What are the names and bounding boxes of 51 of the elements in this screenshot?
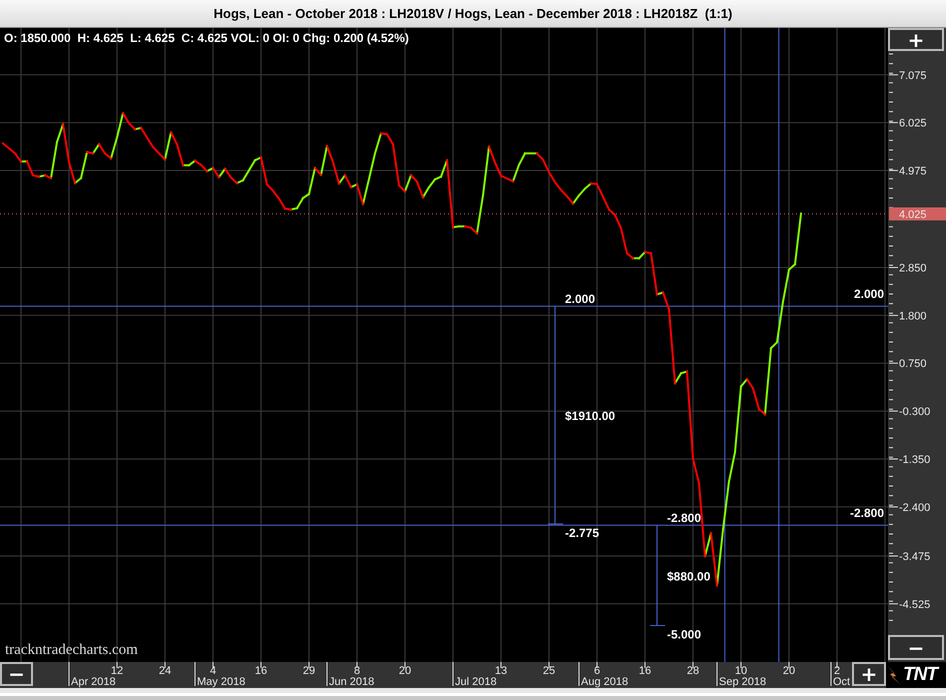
axis-label: 7.075 <box>899 70 927 82</box>
measure-value: $880.00 <box>667 569 710 584</box>
axis-label: 25 <box>542 665 556 677</box>
quote-info: O: 1850.000 H: 4.625 L: 4.625 C: 4.625 VOL: 0 OI: 0 Chg: 0.200 (4.52%) <box>4 31 409 45</box>
measure-label: -2.800 <box>667 511 702 526</box>
axis-label: 2.850 <box>899 262 927 274</box>
axis-label: 6.025 <box>899 118 927 130</box>
zoom-in-button[interactable]: + <box>852 662 886 686</box>
month-label: Apr 2018 <box>71 676 116 688</box>
axis-label: -1.350 <box>899 454 930 466</box>
measure-label: -5.000 <box>667 628 702 642</box>
measure-label: 2.000 <box>565 292 596 306</box>
axis-label: 1.800 <box>899 310 927 322</box>
axis-label: 0.750 <box>899 358 927 370</box>
month-label: May 2018 <box>197 676 246 688</box>
measure-label: -2.775 <box>565 526 600 540</box>
axis-label: 4.975 <box>899 166 927 178</box>
axis-label: 20 <box>398 665 412 677</box>
last-price-tag: 4.025 <box>889 207 946 221</box>
axis-label: 2 <box>834 665 840 677</box>
line-label: -2.800 <box>850 506 884 520</box>
axis-label: 12 <box>110 665 124 677</box>
axis-label: 20 <box>782 665 796 677</box>
month-label: Oct <box>833 676 850 688</box>
axis-label: 16 <box>638 665 652 677</box>
zoom-out-button[interactable]: − <box>888 635 944 660</box>
axis-label: -4.525 <box>899 598 930 611</box>
month-label: Jun 2018 <box>329 676 374 688</box>
month-label: Sep 2018 <box>719 676 766 688</box>
zoom-in-button[interactable]: + <box>888 28 944 51</box>
axis-label: 13 <box>494 665 508 677</box>
measure-value: $1910.00 <box>565 409 616 424</box>
zoom-out-button[interactable]: − <box>0 662 33 686</box>
axis-label: 28 <box>686 665 700 677</box>
axis-label: 29 <box>302 665 316 677</box>
window-title: Hogs, Lean - October 2018 : LH2018V / Hogs, Lean - December 2018 : LH2018Z (1:1) <box>0 0 946 28</box>
line-label: 2.000 <box>854 287 884 302</box>
axis-label: -0.300 <box>899 406 930 418</box>
watermark-text: trackntradecharts.com <box>5 642 138 658</box>
month-label: Jul 2018 <box>455 676 497 688</box>
axis-label: -2.400 <box>899 502 930 514</box>
axis-label: -3.475 <box>899 551 930 563</box>
axis-label: 6 <box>594 665 600 677</box>
logo-text: TNT <box>903 664 937 686</box>
ref-line-label: 4.025 <box>899 208 927 221</box>
axis-label: 16 <box>254 665 268 677</box>
axis-label: 4 <box>210 665 216 677</box>
axis-label: 10 <box>734 665 748 677</box>
axis-label: 24 <box>158 665 172 677</box>
axis-label: 8 <box>354 665 360 677</box>
month-label: Aug 2018 <box>581 676 628 688</box>
